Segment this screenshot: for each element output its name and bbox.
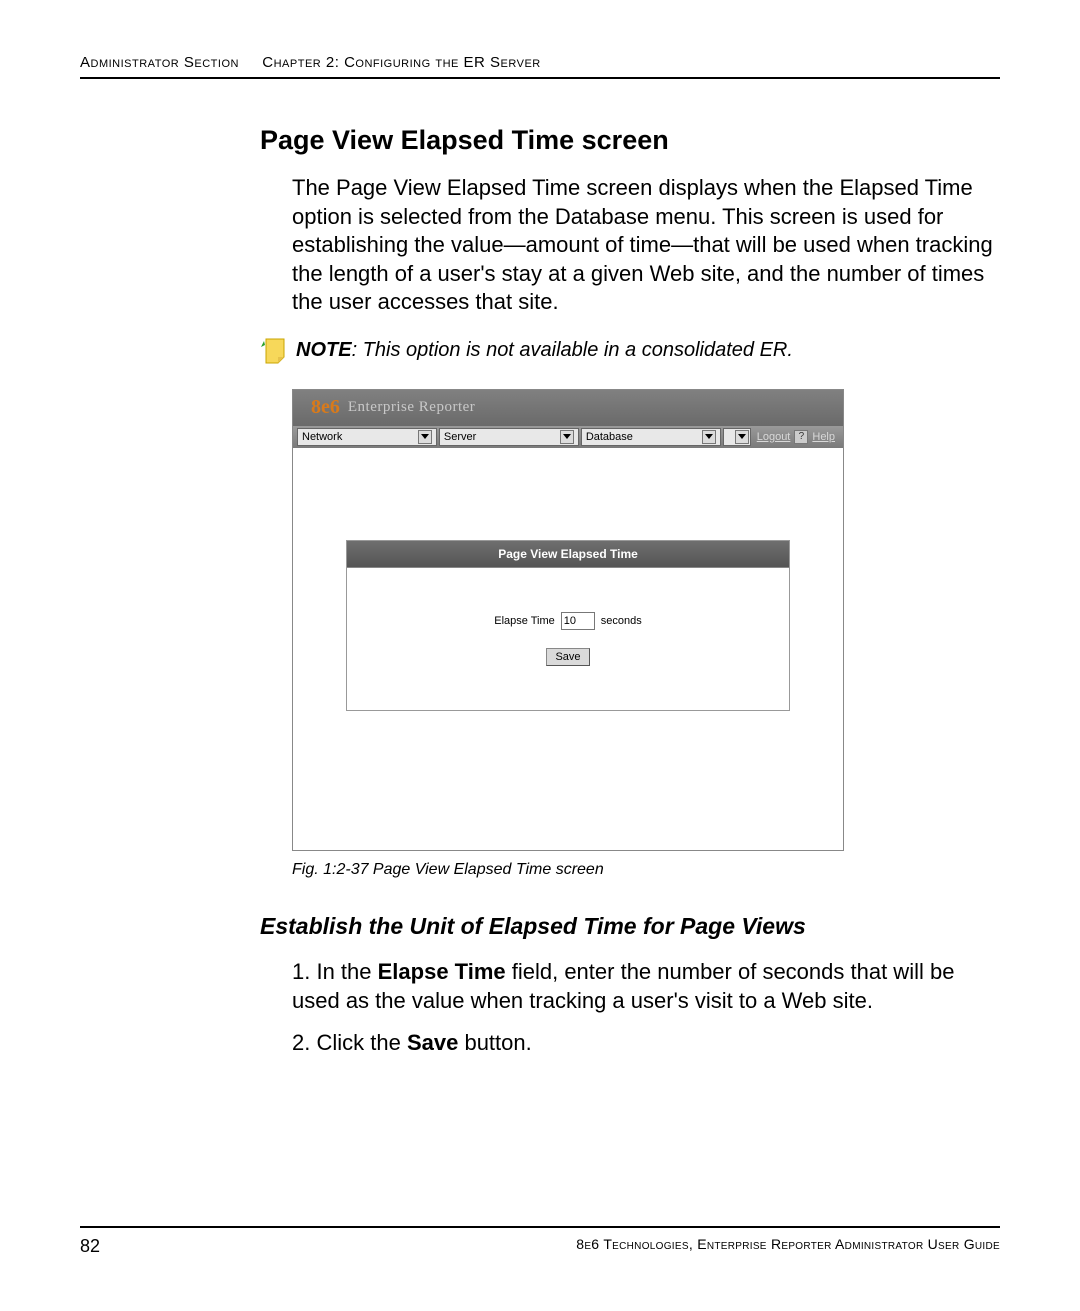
header-chapter: Chapter 2: Configuring the ER Server: [262, 54, 540, 71]
app-logo-sub: Enterprise Reporter: [348, 399, 475, 416]
screenshot-figure: 8e6 Enterprise Reporter Network Server D…: [260, 389, 1000, 851]
note-text: NOTE: This option is not available in a …: [296, 335, 793, 363]
logout-link[interactable]: Logout: [757, 431, 791, 443]
heading-3: Establish the Unit of Elapsed Time for P…: [260, 913, 1000, 940]
page-footer: 82 8e6 Technologies, Enterprise Reporter…: [80, 1226, 1000, 1257]
note-block: NOTE: This option is not available in a …: [260, 335, 1000, 367]
figure-caption: Fig. 1:2-37 Page View Elapsed Time scree…: [260, 861, 1000, 879]
step-num: 2.: [292, 1030, 316, 1055]
step-text: In the: [316, 959, 377, 984]
app-screenshot: 8e6 Enterprise Reporter Network Server D…: [292, 389, 844, 851]
elapse-time-row: Elapse Time seconds: [494, 612, 642, 630]
panel-body: Elapse Time seconds Save: [347, 568, 789, 710]
step-text: button.: [458, 1030, 531, 1055]
step-1: 1. In the Elapse Time field, enter the n…: [292, 958, 1000, 1015]
menu-server-label: Server: [444, 431, 560, 443]
chevron-down-icon: [735, 430, 749, 444]
menu-network-label: Network: [302, 431, 418, 443]
app-body: Page View Elapsed Time Elapse Time secon…: [293, 448, 843, 850]
help-link[interactable]: Help: [812, 431, 835, 443]
menu-links: Logout ? Help: [753, 428, 839, 446]
note-body: : This option is not available in a cons…: [352, 339, 793, 361]
help-q-icon[interactable]: ?: [794, 430, 808, 444]
menu-database-label: Database: [586, 431, 702, 443]
page-number: 82: [80, 1236, 100, 1257]
footer-text: 8e6 Technologies, Enterprise Reporter Ad…: [576, 1236, 1000, 1257]
panel-title: Page View Elapsed Time: [347, 541, 789, 568]
app-menu-bar: Network Server Database Logout ? H: [293, 426, 843, 448]
elapsed-time-panel: Page View Elapsed Time Elapse Time secon…: [346, 540, 790, 711]
step-text: Click the: [316, 1030, 406, 1055]
content: Page View Elapsed Time screen The Page V…: [80, 125, 1000, 1058]
app-logo-brand: 8e6: [311, 396, 340, 419]
step-bold: Save: [407, 1030, 458, 1055]
intro-paragraph: The Page View Elapsed Time screen displa…: [260, 174, 1000, 317]
heading-2: Page View Elapsed Time screen: [260, 125, 1000, 156]
menu-server[interactable]: Server: [439, 428, 579, 446]
save-button[interactable]: Save: [546, 648, 589, 666]
elapse-time-unit: seconds: [601, 615, 642, 627]
menu-network[interactable]: Network: [297, 428, 437, 446]
elapse-time-label: Elapse Time: [494, 615, 555, 627]
step-bold: Elapse Time: [378, 959, 506, 984]
elapse-time-input[interactable]: [561, 612, 595, 630]
step-2: 2. Click the Save button.: [292, 1029, 1000, 1058]
chevron-down-icon: [418, 430, 432, 444]
chevron-down-icon: [560, 430, 574, 444]
menu-empty[interactable]: [723, 428, 751, 446]
step-num: 1.: [292, 959, 316, 984]
app-logo-bar: 8e6 Enterprise Reporter: [293, 390, 843, 426]
menu-database[interactable]: Database: [581, 428, 721, 446]
page-header: Administrator Section Chapter 2: Configu…: [80, 54, 1000, 79]
header-section: Administrator Section: [80, 54, 239, 71]
steps-list: 1. In the Elapse Time field, enter the n…: [260, 958, 1000, 1058]
chevron-down-icon: [702, 430, 716, 444]
note-label: NOTE: [296, 339, 352, 361]
note-icon: [260, 335, 288, 367]
